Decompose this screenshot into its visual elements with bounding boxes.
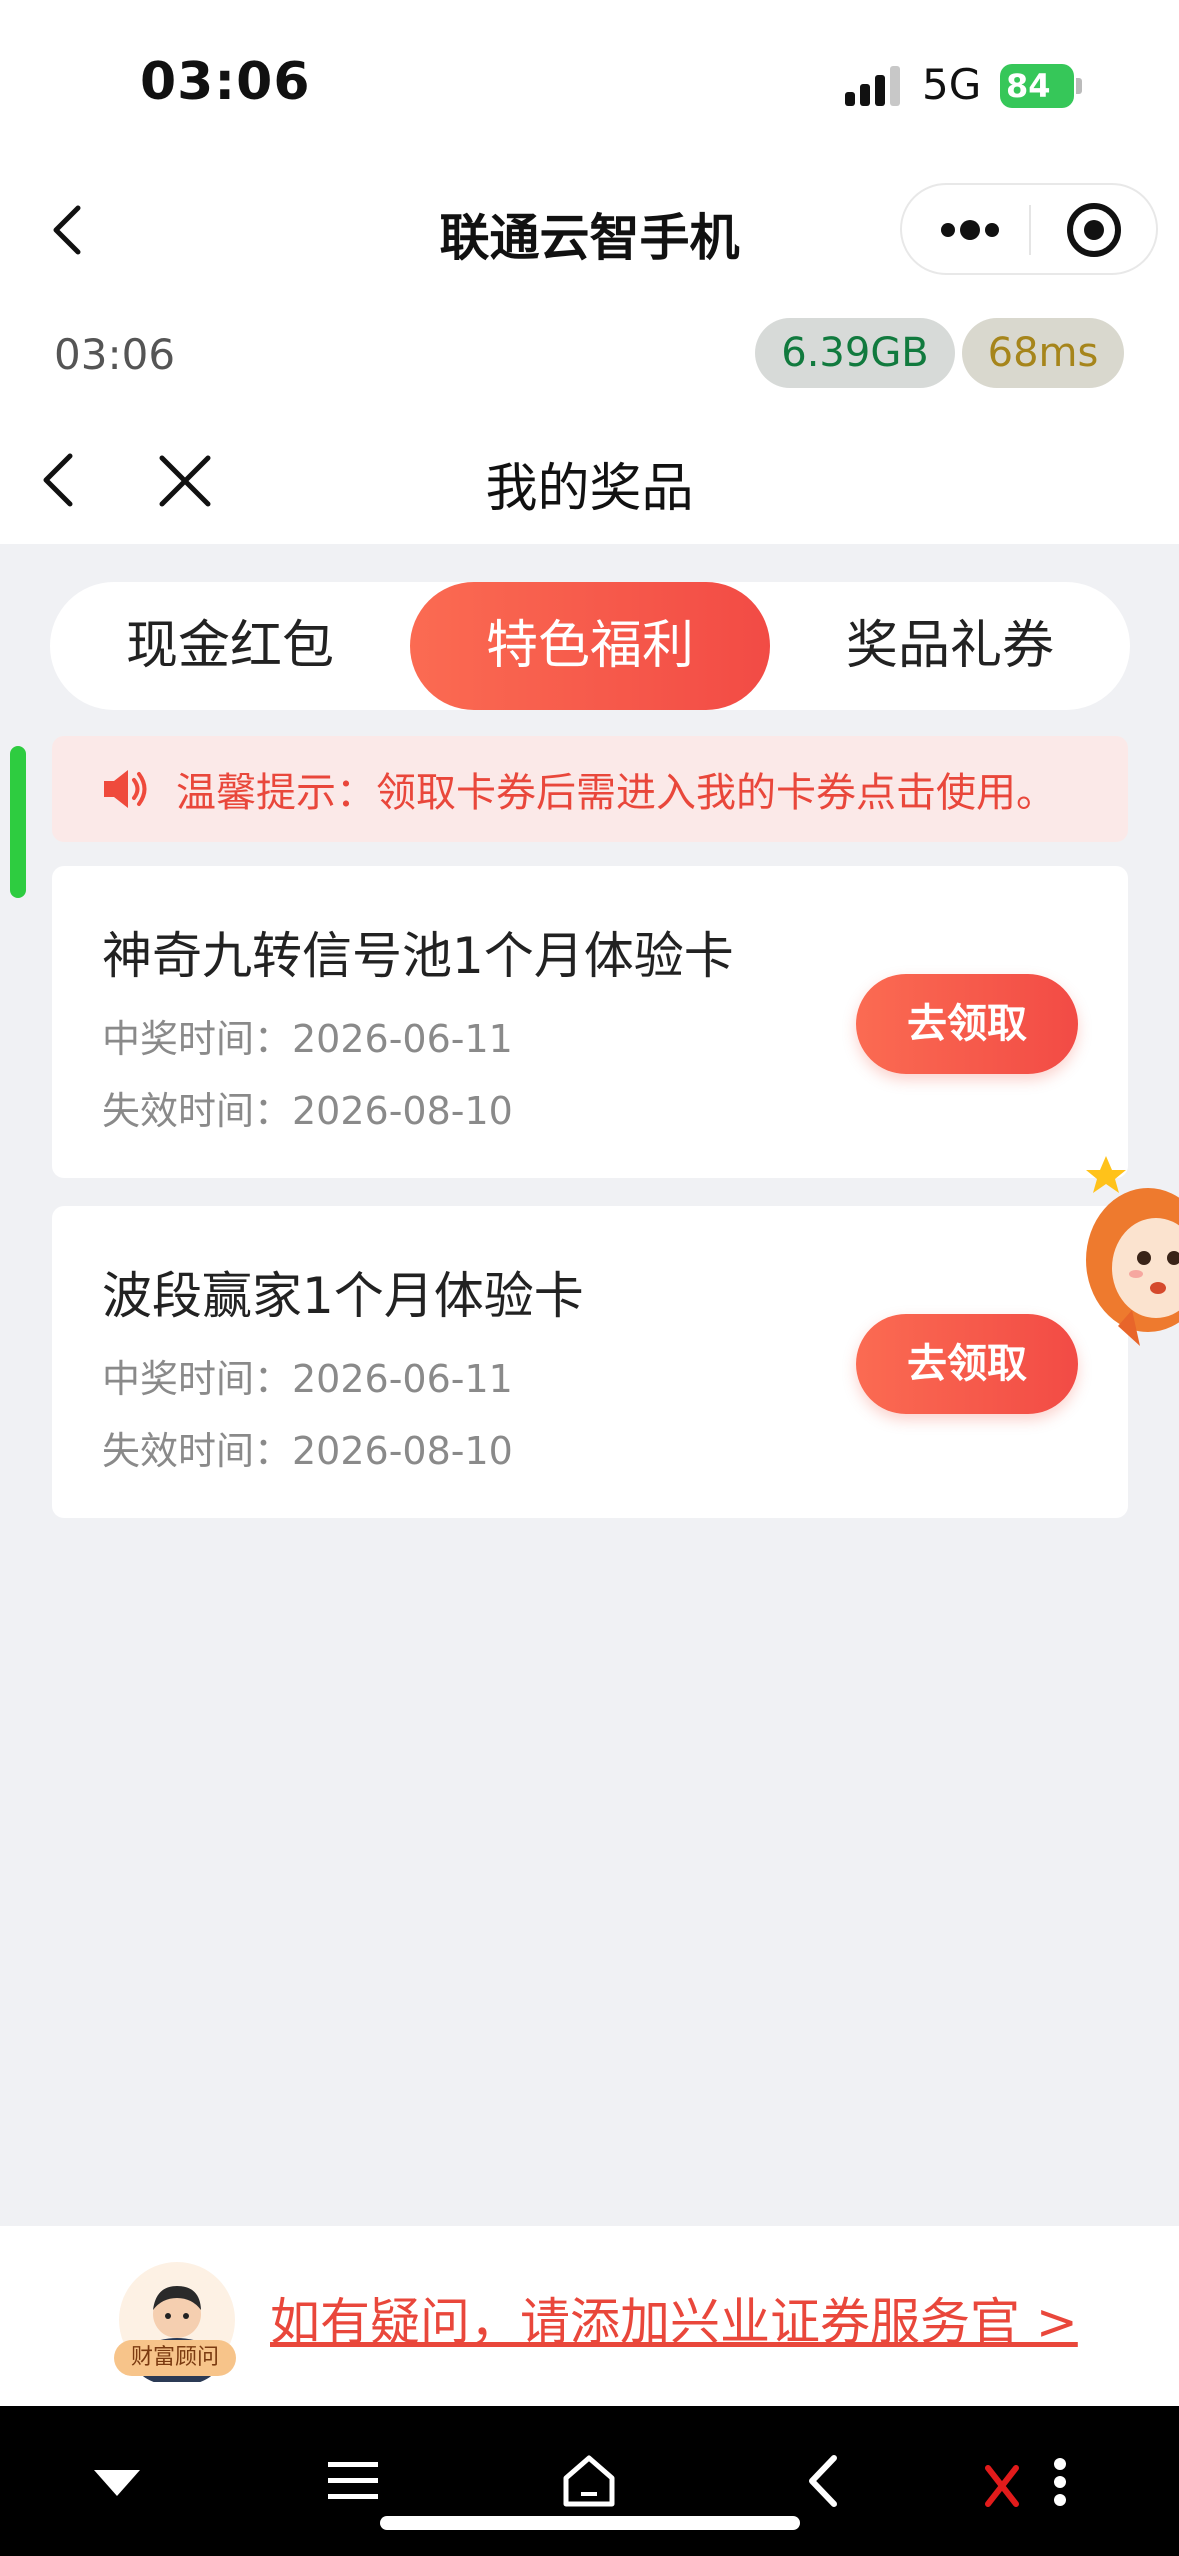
tab-special-benefits[interactable]: 特色福利 — [410, 582, 770, 710]
prize-title: 神奇九转信号池1个月体验卡 — [102, 927, 734, 985]
mascot[interactable] — [1078, 1150, 1179, 1360]
page-title: 我的奖品 — [485, 459, 694, 519]
claim-button[interactable]: 去领取 — [856, 1314, 1078, 1414]
scroll-indicator — [10, 746, 26, 898]
signal-icon — [845, 66, 900, 106]
tab-prize-coupons[interactable]: 奖品礼券 — [770, 582, 1130, 710]
more-icon[interactable] — [930, 200, 1010, 260]
nav-home-icon[interactable] — [554, 2446, 624, 2516]
record-icon[interactable] — [1060, 196, 1128, 264]
notice-text: 温馨提示：领取卡券后需进入我的卡券点击使用。 — [176, 770, 1056, 816]
latency-badge: 68ms — [962, 318, 1124, 388]
help-link[interactable]: 如有疑问，请添加兴业证券服务官 > — [270, 2282, 1078, 2354]
battery-indicator: 84 — [1000, 64, 1074, 108]
prize-expire-time: 失效时间：2026-08-10 — [102, 1429, 513, 1473]
prize-title: 波段赢家1个月体验卡 — [102, 1267, 584, 1325]
network-type: 5G — [922, 60, 982, 109]
speaker-icon — [104, 770, 147, 808]
home-indicator[interactable] — [380, 2516, 800, 2530]
nav-back-icon[interactable] — [790, 2446, 860, 2516]
prize-win-time: 中奖时间：2026-06-11 — [102, 1357, 513, 1401]
cloud-phone-time: 03:06 — [54, 330, 176, 379]
advisor-label: 财富顾问 — [114, 2340, 236, 2376]
battery-tip — [1076, 78, 1082, 94]
prize-win-time: 中奖时间：2026-06-11 — [102, 1017, 513, 1061]
memory-badge: 6.39GB — [755, 318, 955, 388]
watermark-logo — [985, 2458, 1066, 2507]
tab-cash-redpacket[interactable]: 现金红包 — [50, 582, 410, 710]
nav-menu-icon[interactable] — [318, 2446, 388, 2516]
nav-down-icon[interactable] — [82, 2446, 152, 2516]
capsule-divider — [1029, 205, 1031, 255]
prize-expire-time: 失效时间：2026-08-10 — [102, 1089, 513, 1133]
status-time: 03:06 — [140, 52, 311, 112]
claim-button[interactable]: 去领取 — [856, 974, 1078, 1074]
